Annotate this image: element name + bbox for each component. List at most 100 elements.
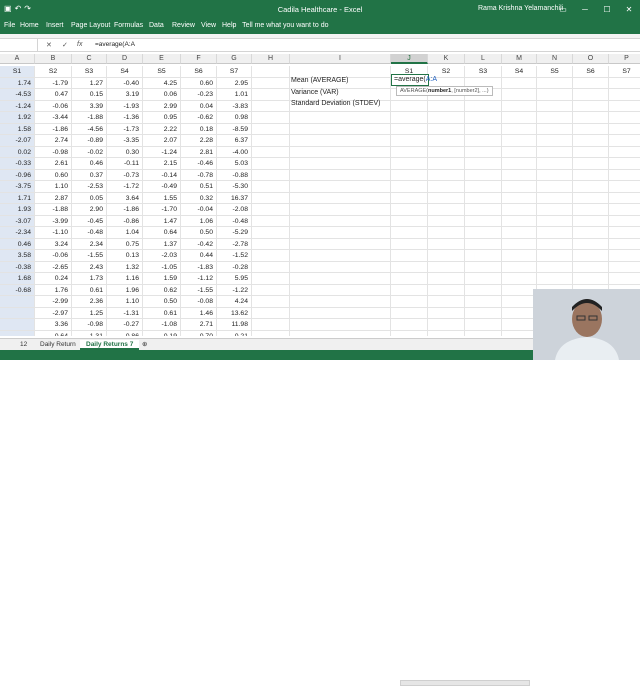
header-cell[interactable] [252, 66, 290, 78]
empty-cell[interactable] [465, 100, 502, 112]
header-cell[interactable]: S5 [537, 66, 573, 78]
table-cell[interactable]: 1.32 [107, 261, 143, 273]
empty-cell[interactable] [290, 296, 391, 308]
table-cell[interactable]: 0.60 [35, 169, 72, 181]
table-cell[interactable]: -0.48 [72, 227, 107, 239]
empty-cell[interactable] [428, 192, 465, 204]
empty-cell[interactable] [465, 330, 502, 336]
table-cell[interactable]: 1.58 [0, 123, 35, 135]
empty-cell[interactable] [391, 146, 428, 158]
table-cell[interactable]: 0.06 [143, 89, 181, 101]
table-cell[interactable]: -1.86 [107, 204, 143, 216]
empty-cell[interactable] [252, 181, 290, 193]
empty-cell[interactable] [502, 330, 537, 336]
tab-page-layout[interactable]: Page Layout [71, 22, 110, 29]
table-cell[interactable]: -0.73 [107, 169, 143, 181]
empty-cell[interactable] [391, 204, 428, 216]
table-cell[interactable]: 0.24 [35, 273, 72, 285]
table-cell[interactable]: -2.78 [217, 238, 252, 250]
empty-cell[interactable] [573, 227, 609, 239]
table-cell[interactable] [0, 307, 35, 319]
empty-cell[interactable] [537, 181, 573, 193]
empty-cell[interactable] [537, 169, 573, 181]
header-cell[interactable]: S3 [72, 66, 107, 78]
empty-cell[interactable] [465, 261, 502, 273]
table-cell[interactable]: 3.36 [35, 319, 72, 331]
table-cell[interactable]: 1.06 [181, 215, 217, 227]
table-cell[interactable]: -0.06 [35, 100, 72, 112]
table-cell[interactable]: 4.24 [217, 296, 252, 308]
table-cell[interactable]: -1.31 [107, 307, 143, 319]
table-cell[interactable]: 0.18 [181, 123, 217, 135]
table-cell[interactable]: 1.46 [181, 307, 217, 319]
empty-cell[interactable] [428, 330, 465, 336]
table-cell[interactable]: 1.04 [107, 227, 143, 239]
table-cell[interactable]: -5.29 [217, 227, 252, 239]
empty-cell[interactable] [391, 169, 428, 181]
table-cell[interactable]: 1.55 [143, 192, 181, 204]
empty-cell[interactable] [465, 112, 502, 124]
empty-cell[interactable] [609, 273, 640, 285]
table-cell[interactable]: 0.04 [181, 100, 217, 112]
empty-cell[interactable] [609, 250, 640, 262]
table-cell[interactable]: 1.68 [0, 273, 35, 285]
table-cell[interactable]: 5.95 [217, 273, 252, 285]
table-cell[interactable]: 0.19 [143, 330, 181, 336]
horizontal-scrollbar[interactable] [400, 680, 530, 686]
empty-cell[interactable] [609, 124, 640, 135]
empty-cell[interactable] [537, 100, 573, 112]
column-header-f[interactable]: F [181, 54, 217, 64]
table-cell[interactable]: -2.03 [143, 250, 181, 262]
table-cell[interactable] [0, 319, 35, 331]
empty-cell[interactable] [465, 169, 502, 181]
empty-cell[interactable] [290, 330, 391, 336]
table-cell[interactable]: 0.02 [0, 146, 35, 158]
empty-cell[interactable] [252, 227, 290, 239]
plus-icon[interactable]: ⊕ [136, 340, 153, 350]
empty-cell[interactable] [537, 250, 573, 262]
tell-me-search[interactable]: ◌ Tell me what you want to do [232, 22, 329, 29]
table-cell[interactable]: -0.89 [72, 135, 107, 147]
empty-cell[interactable] [609, 193, 640, 204]
empty-cell[interactable] [502, 250, 537, 262]
table-cell[interactable]: 2.90 [72, 204, 107, 216]
empty-cell[interactable] [391, 319, 428, 331]
header-cell[interactable]: S6 [181, 66, 217, 78]
empty-cell[interactable] [465, 227, 502, 239]
table-cell[interactable]: -0.23 [181, 89, 217, 101]
table-cell[interactable]: 3.39 [72, 100, 107, 112]
empty-cell[interactable] [465, 238, 502, 250]
table-cell[interactable]: -0.98 [35, 146, 72, 158]
empty-cell[interactable] [502, 284, 537, 296]
empty-cell[interactable] [465, 146, 502, 158]
table-cell[interactable]: 0.46 [72, 158, 107, 170]
table-cell[interactable]: 0.60 [181, 77, 217, 89]
empty-cell[interactable] [609, 181, 640, 193]
table-cell[interactable]: 0.95 [143, 112, 181, 124]
table-cell[interactable]: 2.07 [143, 135, 181, 147]
empty-cell[interactable] [252, 296, 290, 308]
table-cell[interactable]: -1.55 [181, 284, 217, 296]
table-cell[interactable]: 0.64 [143, 227, 181, 239]
table-cell[interactable]: -0.98 [72, 319, 107, 331]
empty-cell[interactable] [290, 215, 391, 227]
table-cell[interactable]: -3.83 [217, 100, 252, 112]
table-cell[interactable]: -1.73 [107, 123, 143, 135]
empty-cell[interactable] [573, 77, 609, 89]
empty-cell[interactable] [428, 250, 465, 262]
empty-cell[interactable] [465, 204, 502, 216]
empty-cell[interactable] [391, 261, 428, 273]
column-header-c[interactable]: C [72, 54, 107, 64]
tab-formulas[interactable]: Formulas [114, 22, 143, 29]
empty-cell[interactable] [537, 227, 573, 239]
table-cell[interactable]: -1.22 [217, 284, 252, 296]
name-box[interactable] [0, 39, 38, 52]
empty-cell[interactable] [502, 100, 537, 112]
table-cell[interactable]: 0.15 [72, 89, 107, 101]
empty-cell[interactable] [290, 250, 391, 262]
table-cell[interactable]: 1.27 [72, 77, 107, 89]
empty-cell[interactable] [252, 135, 290, 147]
column-header-d[interactable]: D [107, 54, 143, 64]
table-cell[interactable]: 0.98 [217, 112, 252, 124]
table-cell[interactable]: -1.08 [143, 319, 181, 331]
